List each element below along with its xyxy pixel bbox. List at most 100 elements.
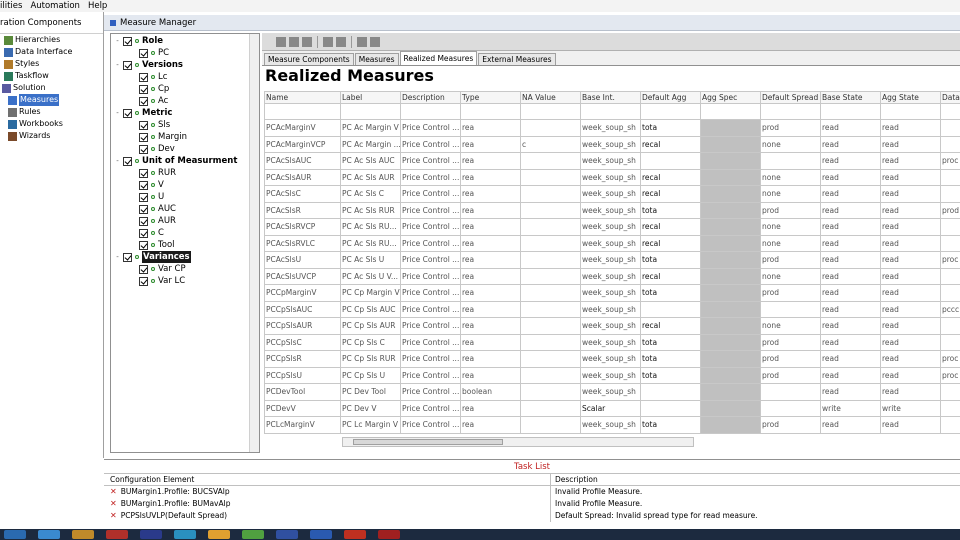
taskbar-app-icon[interactable] [242,530,264,539]
table-cell[interactable] [520,317,581,335]
table-row[interactable]: PCDevV PC Dev V Price Control ... rea Scalar… [264,399,960,417]
menu-item-1[interactable]: Automation [30,1,80,11]
table-cell[interactable]: Price Control ... [400,234,461,252]
table-cell[interactable]: none [760,168,821,186]
table-cell[interactable]: Price Control ... [400,267,461,285]
component-item-wizards[interactable]: Wizards [0,130,103,142]
table-cell[interactable]: week_soup_sh [580,234,641,252]
tree-node[interactable]: Margin [139,131,187,143]
table-cell[interactable]: read [820,333,881,351]
table-cell[interactable]: none [760,218,821,236]
column-header[interactable]: Label [340,91,401,104]
expand-icon[interactable]: - [115,35,120,47]
table-cell[interactable] [700,416,761,434]
table-cell[interactable]: read [820,201,881,219]
tab-external-measures[interactable]: External Measures [478,53,556,65]
table-row[interactable]: PCAcSlsRVCP PC Ac Sls RU... Price Control … [264,218,960,236]
table-cell[interactable]: rea [460,317,521,335]
table-cell[interactable]: PCAcSlsR [264,201,341,219]
scrollbar-thumb[interactable] [353,439,503,445]
table-cell[interactable] [700,317,761,335]
table-cell[interactable]: PC Cp Sls C [340,333,401,351]
table-cell[interactable]: rea [460,168,521,186]
table-cell[interactable]: read [820,366,881,384]
table-cell[interactable]: PC Cp Sls RUR [340,350,401,368]
table-cell[interactable]: Price Control ... [400,251,461,269]
table-cell[interactable] [700,185,761,203]
checkbox[interactable] [139,276,148,286]
table-cell[interactable]: read [820,168,881,186]
filter-cell[interactable] [580,103,641,120]
table-cell[interactable]: none [760,317,821,335]
taskbar-app-icon[interactable] [174,530,196,539]
table-cell[interactable]: PCCpMarginV [264,284,341,302]
table-cell[interactable] [940,267,960,285]
table-cell[interactable]: PC Ac Sls RU... [340,234,401,252]
filter-cell[interactable] [880,103,941,120]
table-cell[interactable]: read [880,135,941,153]
table-cell[interactable]: rea [460,267,521,285]
table-cell[interactable]: prod [760,284,821,302]
taskbar-app-icon[interactable] [72,530,94,539]
table-cell[interactable] [760,399,821,417]
table-cell[interactable]: rea [460,399,521,417]
table-cell[interactable]: read [880,185,941,203]
tree-node[interactable]: V [139,179,164,191]
table-cell[interactable] [700,300,761,318]
table-cell[interactable]: pccc [940,300,960,318]
table-cell[interactable]: read [820,284,881,302]
checkbox[interactable] [139,204,148,214]
table-cell[interactable] [940,416,960,434]
table-cell[interactable]: Price Control ... [400,119,461,137]
table-cell[interactable]: week_soup_sh [580,201,641,219]
table-cell[interactable]: Price Control ... [400,317,461,335]
table-cell[interactable] [940,218,960,236]
table-cell[interactable] [520,350,581,368]
task-row[interactable]: ✕ BUMargin1.Profile: BUCSVAlp Invalid Prof… [104,486,960,498]
table-cell[interactable]: read [820,317,881,335]
horizontal-scrollbar[interactable] [342,437,694,447]
table-cell[interactable]: PC Ac Sls AUR [340,168,401,186]
table-cell[interactable]: prod [760,251,821,269]
checkbox[interactable] [139,96,148,106]
table-cell[interactable]: Price Control ... [400,399,461,417]
table-cell[interactable]: PC Ac Sls U V... [340,267,401,285]
table-cell[interactable]: rea [460,185,521,203]
tree-node[interactable]: Ac [139,95,168,107]
table-cell[interactable]: PCCpSlsR [264,350,341,368]
table-cell[interactable]: tota [640,333,701,351]
table-row[interactable]: PCLcMarginV PC Lc Margin V Price Control .… [264,416,960,434]
table-row[interactable]: PCAcMarginVCP PC Ac Margin ... Price Contr… [264,135,960,153]
table-cell[interactable]: none [760,185,821,203]
tree-node[interactable]: RUR [139,167,176,179]
table-cell[interactable]: week_soup_sh [580,284,641,302]
column-header[interactable]: NA Value [520,91,581,104]
tree-node[interactable]: - Metric [115,107,172,119]
checkbox[interactable] [139,48,148,58]
table-cell[interactable]: tota [640,416,701,434]
grid-icon[interactable] [276,36,286,47]
table-cell[interactable]: read [820,300,881,318]
tab-measures[interactable]: Measures [354,53,399,65]
table-cell[interactable]: Price Control ... [400,185,461,203]
table-cell[interactable] [700,201,761,219]
table-cell[interactable]: rea [460,350,521,368]
table-cell[interactable] [940,317,960,335]
table-row[interactable]: PCAcMarginV PC Ac Margin V Price Control .… [264,119,960,137]
table-cell[interactable]: PCAcMarginV [264,119,341,137]
menu-item-0[interactable]: ilities [0,1,22,11]
table-cell[interactable]: read [880,333,941,351]
filter-cell[interactable] [460,103,521,120]
table-cell[interactable]: recal [640,218,701,236]
table-cell[interactable]: rea [460,300,521,318]
table-cell[interactable]: Price Control ... [400,350,461,368]
undo-icon[interactable] [357,36,367,47]
table-cell[interactable]: PC Cp Sls U [340,366,401,384]
checkbox[interactable] [139,216,148,226]
table-cell[interactable]: proc [940,350,960,368]
table-cell[interactable]: read [880,300,941,318]
tree-node[interactable]: C [139,227,164,239]
table-cell[interactable]: rea [460,218,521,236]
taskbar-app-icon[interactable] [208,530,230,539]
table-cell[interactable]: PCAcSlsRVLC [264,234,341,252]
